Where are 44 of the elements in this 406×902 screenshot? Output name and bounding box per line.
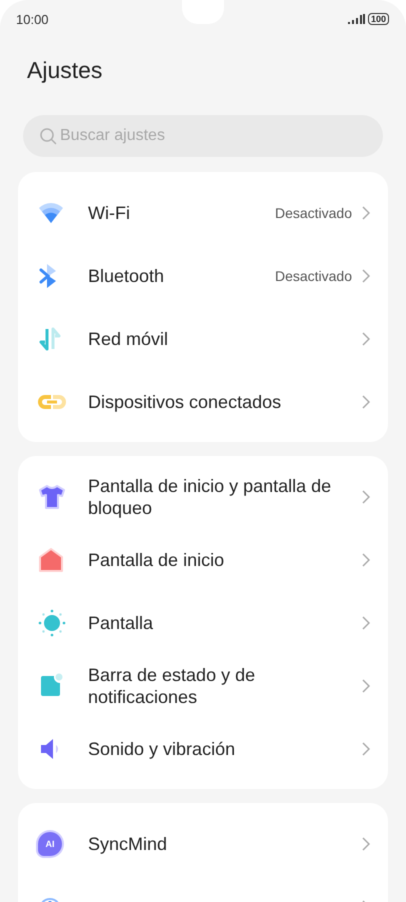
settings-item[interactable]: Pantalla xyxy=(18,591,388,654)
chevron-right-icon xyxy=(362,836,370,850)
settings-item[interactable]: Pantalla de inicio y pantalla de bloqueo xyxy=(18,465,388,528)
chevron-right-icon xyxy=(362,490,370,504)
settings-item[interactable]: Red móvil xyxy=(18,307,388,370)
shirt-icon xyxy=(38,484,66,510)
chevron-right-icon xyxy=(362,552,370,566)
link-icon xyxy=(38,394,66,408)
search-field[interactable]: Buscar ajustes xyxy=(23,115,383,157)
status-time: 10:00 xyxy=(16,12,49,26)
settings-item[interactable]: Bluetooth Desactivado xyxy=(18,244,388,307)
chevron-right-icon xyxy=(362,616,370,630)
settings-item[interactable]: Sonido y vibración xyxy=(18,717,388,780)
chevron-right-icon xyxy=(362,742,370,756)
wifi-icon xyxy=(38,202,64,224)
settings-item[interactable]: Wi-Fi Desactivado xyxy=(18,181,388,244)
page-title: Ajustes xyxy=(26,56,104,85)
settings-item[interactable]: Barra de estado y de notificaciones xyxy=(18,654,388,717)
chevron-right-icon xyxy=(362,394,370,408)
item-label: Pantalla xyxy=(88,612,154,634)
item-label: Pantalla de inicio xyxy=(88,548,226,570)
settings-item[interactable]: Pantalla de inicio xyxy=(18,528,388,591)
battery-level: 100 xyxy=(368,13,389,25)
house-icon xyxy=(38,548,64,572)
chevron-right-icon xyxy=(362,332,370,346)
item-label: SyncMind xyxy=(88,832,168,854)
settings-item[interactable]: Dispositivos conectados xyxy=(18,370,388,433)
signal-icon xyxy=(348,14,365,24)
item-label: Barra de estado y de notificaciones xyxy=(88,664,256,708)
item-label: Dispositivos conectados xyxy=(88,390,282,412)
chevron-right-icon xyxy=(362,678,370,692)
settings-item[interactable]: AI SyncMind xyxy=(18,812,388,875)
item-status: Desactivado xyxy=(274,204,352,220)
item-label: Pantalla de inicio y pantalla de bloqueo xyxy=(88,474,332,518)
sun-icon xyxy=(38,608,66,636)
item-label: Sonido y vibración xyxy=(88,738,236,760)
ai-head-icon: AI xyxy=(38,832,62,856)
notification-icon xyxy=(38,672,64,698)
chevron-right-icon xyxy=(362,268,370,282)
item-label: Red móvil xyxy=(88,328,170,350)
item-status: Desactivado xyxy=(274,268,352,284)
chevron-right-icon xyxy=(362,206,370,220)
item-label: Bluetooth xyxy=(88,264,166,286)
item-label: Wi-Fi xyxy=(88,202,131,224)
